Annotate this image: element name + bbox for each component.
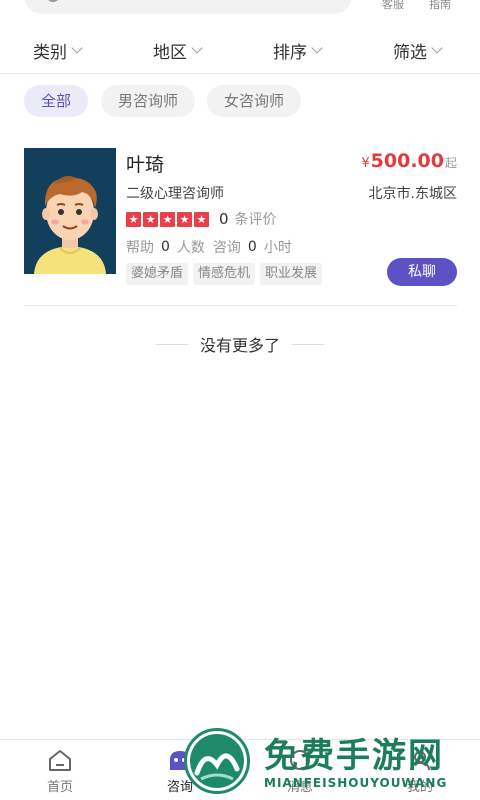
topic-tag: 情感危机 bbox=[193, 263, 256, 285]
star-icon: ★ bbox=[126, 211, 141, 227]
topic-tag: 职业发展 bbox=[260, 263, 323, 285]
star-icon: ★ bbox=[160, 211, 175, 227]
counselor-name: 叶琦 bbox=[126, 154, 165, 176]
filter-screen[interactable]: 筛选 bbox=[393, 36, 443, 64]
price-suffix: 起 bbox=[444, 156, 457, 170]
filter-category[interactable]: 类别 bbox=[33, 36, 83, 64]
avatar-illustration bbox=[24, 148, 116, 274]
star-icon: ★ bbox=[143, 211, 158, 227]
gender-filter-chips: 全部 男咨询师 女咨询师 bbox=[0, 85, 480, 119]
filter-label: 筛选 bbox=[393, 42, 427, 63]
tab-home[interactable]: 首页 bbox=[30, 748, 90, 795]
consult-label: 咨询 bbox=[212, 240, 241, 256]
price-value: 500.00 bbox=[370, 150, 444, 172]
rating-row: ★ ★ ★ ★ ★ 0 条评价 bbox=[126, 209, 277, 229]
currency-symbol: ¥ bbox=[361, 156, 370, 171]
guide-link[interactable]: 指南 bbox=[429, 0, 451, 12]
tab-label: 首页 bbox=[46, 780, 73, 795]
consult-unit: 小时 bbox=[263, 240, 292, 256]
consult-count: 0 bbox=[247, 239, 257, 255]
star-icon: ★ bbox=[194, 211, 209, 227]
filter-bar: 类别 地区 排序 筛选 bbox=[0, 28, 480, 74]
filter-label: 类别 bbox=[33, 42, 67, 63]
private-chat-button[interactable]: 私聊 bbox=[387, 258, 457, 286]
chevron-down-icon bbox=[71, 42, 83, 54]
watermark-logo bbox=[184, 728, 250, 794]
star-icon: ★ bbox=[177, 211, 192, 227]
customer-service-link[interactable]: 客服 bbox=[382, 0, 404, 12]
filter-region[interactable]: 地区 bbox=[153, 36, 203, 64]
list-end-indicator: 没有更多了 bbox=[156, 332, 325, 356]
price: ¥500.00起 bbox=[361, 150, 457, 172]
chip-female[interactable]: 女咨询师 bbox=[207, 85, 301, 117]
search-icon bbox=[46, 0, 60, 2]
search-bar[interactable] bbox=[24, 0, 352, 14]
help-label: 帮助 bbox=[126, 240, 154, 256]
filter-sort[interactable]: 排序 bbox=[273, 36, 323, 64]
topic-tags: 婆媳矛盾 情感危机 职业发展 bbox=[126, 263, 327, 285]
topic-tag: 婆媳矛盾 bbox=[126, 263, 189, 285]
counselor-card[interactable]: 叶琦 ¥500.00起 二级心理咨询师 北京市.东城区 ★ ★ ★ ★ ★ 0 … bbox=[24, 146, 457, 306]
counselor-location: 北京市.东城区 bbox=[368, 186, 457, 202]
chip-all[interactable]: 全部 bbox=[24, 85, 88, 117]
chevron-down-icon bbox=[191, 42, 203, 54]
review-label: 条评价 bbox=[234, 212, 277, 228]
help-count: 0 bbox=[161, 239, 170, 255]
watermark-subtitle: MIANFEISHOUYOUWANG bbox=[264, 776, 448, 790]
avatar[interactable] bbox=[24, 148, 116, 274]
chevron-down-icon bbox=[311, 42, 323, 54]
chevron-down-icon bbox=[431, 42, 443, 54]
list-end-text: 没有更多了 bbox=[200, 336, 281, 355]
review-count: 0 bbox=[219, 210, 229, 228]
help-unit: 人数 bbox=[176, 240, 205, 256]
divider bbox=[292, 343, 325, 345]
filter-label: 排序 bbox=[273, 42, 307, 63]
watermark-logo-icon bbox=[190, 734, 244, 788]
divider bbox=[156, 343, 188, 345]
site-watermark: 免费手游网 MIANFEISHOUYOUWANG bbox=[184, 726, 474, 800]
filter-label: 地区 bbox=[153, 42, 187, 63]
counselor-list-page: 客服 指南 类别 地区 排序 筛选 全部 男咨询师 女咨询师 叶琦 ¥500.0… bbox=[0, 0, 480, 800]
home-icon bbox=[49, 750, 71, 771]
counselor-title: 二级心理咨询师 bbox=[126, 186, 224, 202]
chip-male[interactable]: 男咨询师 bbox=[101, 85, 195, 117]
stats-row: 帮助 0 人数 咨询 0 小时 bbox=[126, 237, 292, 257]
watermark-title: 免费手游网 bbox=[264, 736, 444, 776]
